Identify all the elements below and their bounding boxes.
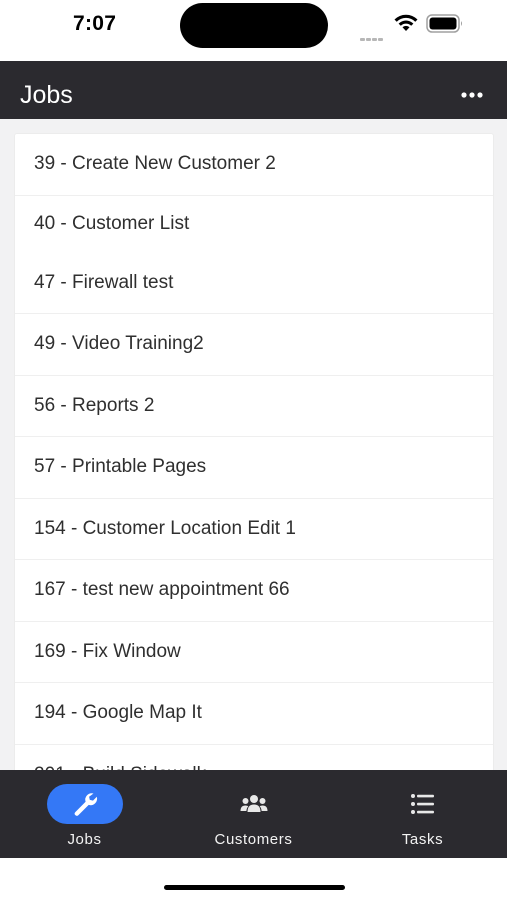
list-item[interactable]: 40 - Customer List	[15, 196, 493, 253]
home-area	[0, 858, 507, 900]
screen: 7:07 Jobs 39 - Create New Customer 2 40 …	[0, 0, 507, 900]
people-icon	[240, 795, 267, 812]
tab-customers[interactable]: Customers	[169, 770, 338, 858]
status-time: 7:07	[73, 12, 117, 35]
list-item[interactable]: 154 - Customer Location Edit 1	[15, 499, 493, 560]
home-indicator[interactable]	[164, 885, 345, 890]
bottom-tab-bar: Jobs Customers Tasks	[0, 770, 507, 858]
list-icon	[410, 794, 434, 814]
tab-tasks[interactable]: Tasks	[338, 770, 507, 858]
more-options-button[interactable]	[454, 83, 490, 107]
wifi-icon	[393, 13, 419, 38]
tab-jobs[interactable]: Jobs	[0, 770, 169, 858]
battery-icon	[426, 14, 464, 39]
tab-label-jobs: Jobs	[67, 831, 102, 848]
status-bar: 7:07	[0, 0, 507, 61]
tab-label-tasks: Tasks	[401, 831, 444, 848]
list-item[interactable]: 39 - Create New Customer 2	[15, 134, 493, 196]
active-tab-indicator	[46, 784, 123, 824]
list-item[interactable]: 194 - Google Map It	[15, 683, 493, 745]
list-item[interactable]: 57 - Printable Pages	[15, 437, 493, 499]
list-item[interactable]: 49 - Video Training2	[15, 314, 493, 376]
cellular-signal-icon	[360, 28, 384, 46]
list-item[interactable]: 56 - Reports 2	[15, 376, 493, 437]
list-item[interactable]: 169 - Fix Window	[15, 622, 493, 683]
tab-label-customers: Customers	[214, 831, 293, 848]
page-title: Jobs	[20, 81, 73, 109]
list-item[interactable]: 167 - test new appointment 66	[15, 560, 493, 622]
jobs-list: 39 - Create New Customer 2 40 - Customer…	[14, 133, 494, 773]
list-item[interactable]: 201 - Build Sidewalk	[15, 745, 493, 772]
list-item[interactable]: 47 - Firewall test	[15, 253, 493, 314]
ellipsis-icon	[461, 92, 483, 98]
wrench-icon	[74, 793, 97, 816]
dynamic-island	[180, 3, 328, 48]
app-header: Jobs	[0, 61, 507, 119]
